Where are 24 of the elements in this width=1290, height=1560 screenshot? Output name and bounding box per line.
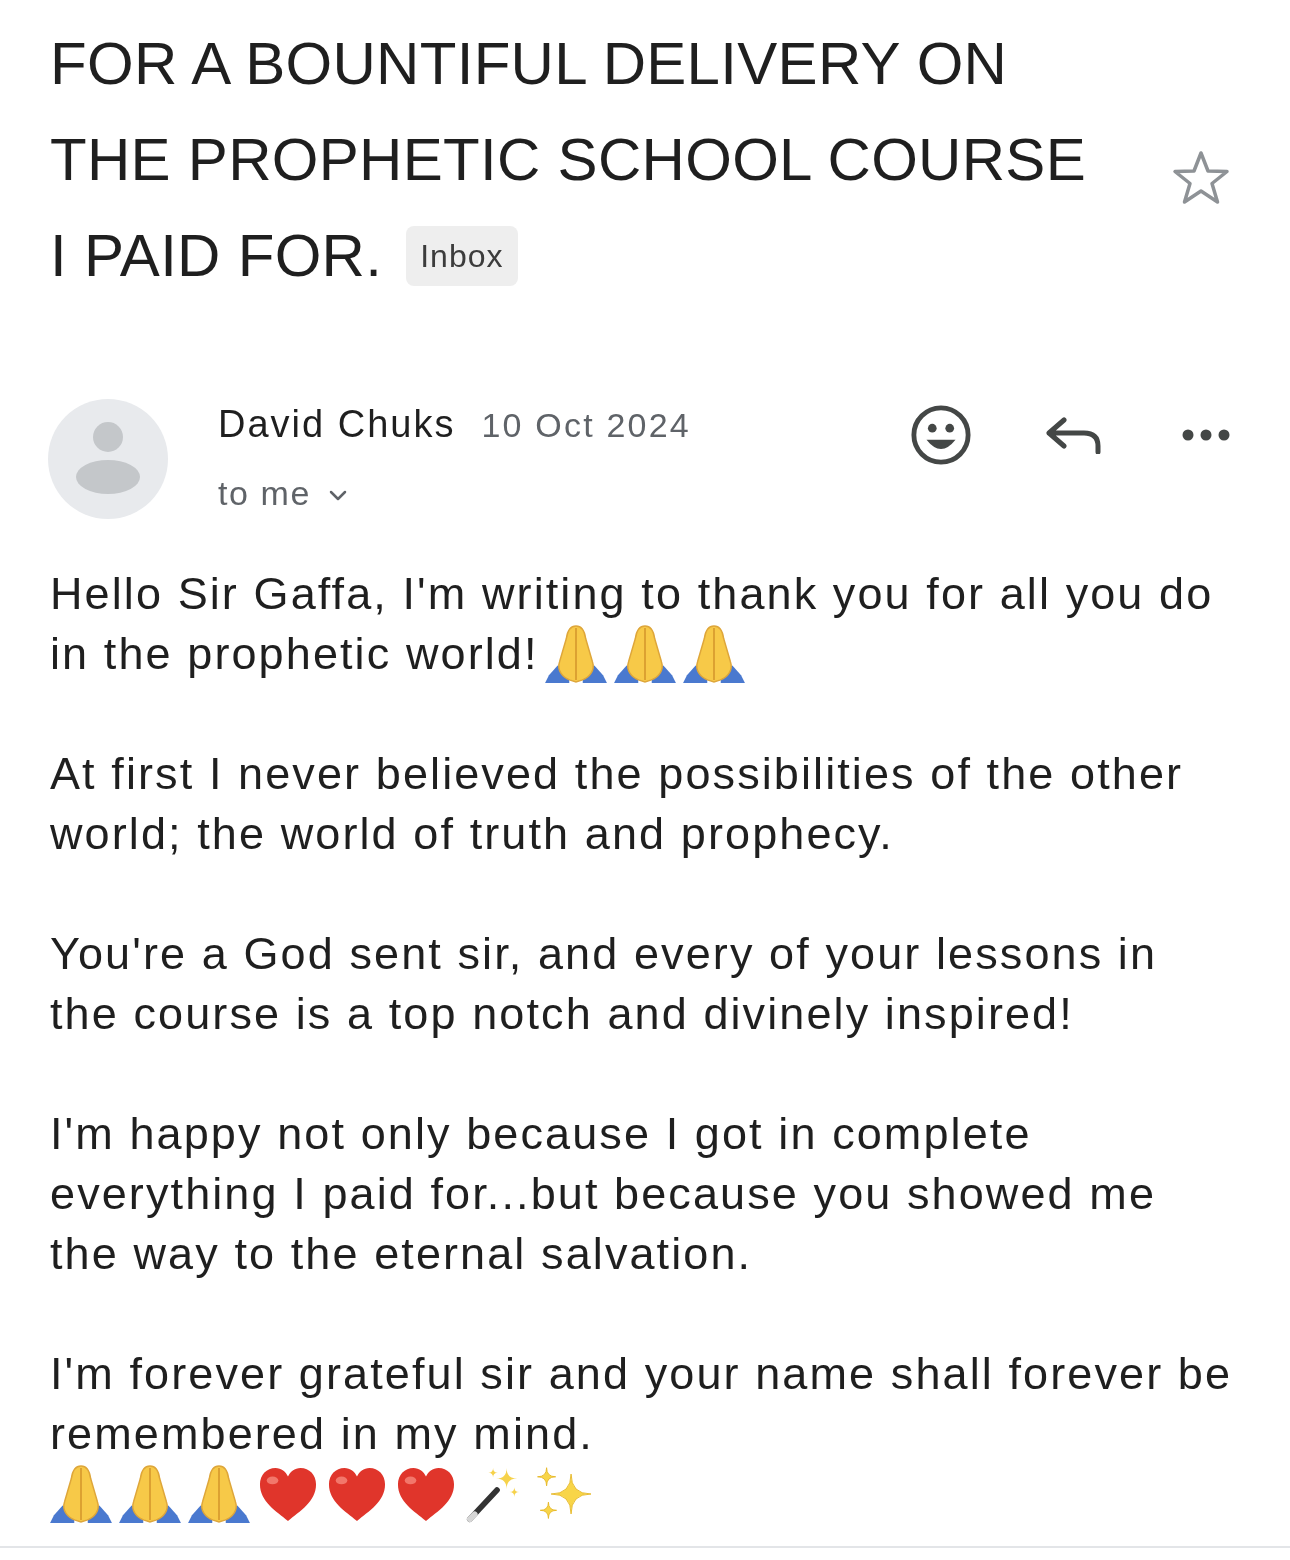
message-text: I'm happy not only because I got in complete everything I paid for...but because you showed me the way to the eternal salvation. xyxy=(50,1108,1157,1279)
recipient-dropdown[interactable]: to me xyxy=(218,470,348,516)
message-date: 10 Oct 2024 xyxy=(481,405,691,446)
star-icon[interactable] xyxy=(1172,150,1230,206)
praying-hands-icon xyxy=(613,625,676,683)
praying-hands-icon xyxy=(682,625,745,683)
heart-icon xyxy=(257,1465,319,1523)
chevron-down-icon xyxy=(329,489,348,501)
email-subject: FOR A BOUNTIFUL DELIVERY ON THE PROPHETIC SCHOOL COURSE I PAID FOR. Inbox xyxy=(50,30,1086,289)
praying-hands-icon xyxy=(188,1465,250,1523)
more-options-icon[interactable] xyxy=(1182,429,1230,441)
praying-hands-icon xyxy=(544,625,607,683)
emoji-reaction-icon[interactable] xyxy=(910,404,972,466)
label-chip: Inbox xyxy=(406,226,518,287)
message-text: At first I never believed the possibilities of the other world; the world of truth and prophecy. xyxy=(50,748,1184,859)
message-text: I'm forever grateful sir and your name shall forever be remembered in my mind. xyxy=(50,1348,1233,1459)
heart-icon xyxy=(326,1465,388,1523)
reply-icon[interactable] xyxy=(1044,416,1102,454)
sender-name: David Chuks xyxy=(218,402,456,447)
praying-hands-icon xyxy=(50,1465,112,1523)
praying-hands-icon xyxy=(119,1465,181,1523)
avatar-icon xyxy=(48,399,168,519)
heart-icon xyxy=(395,1465,457,1523)
message-text: You're a God sent sir, and every of your lessons in the course is a top notch and divinely inspired! xyxy=(50,928,1158,1039)
